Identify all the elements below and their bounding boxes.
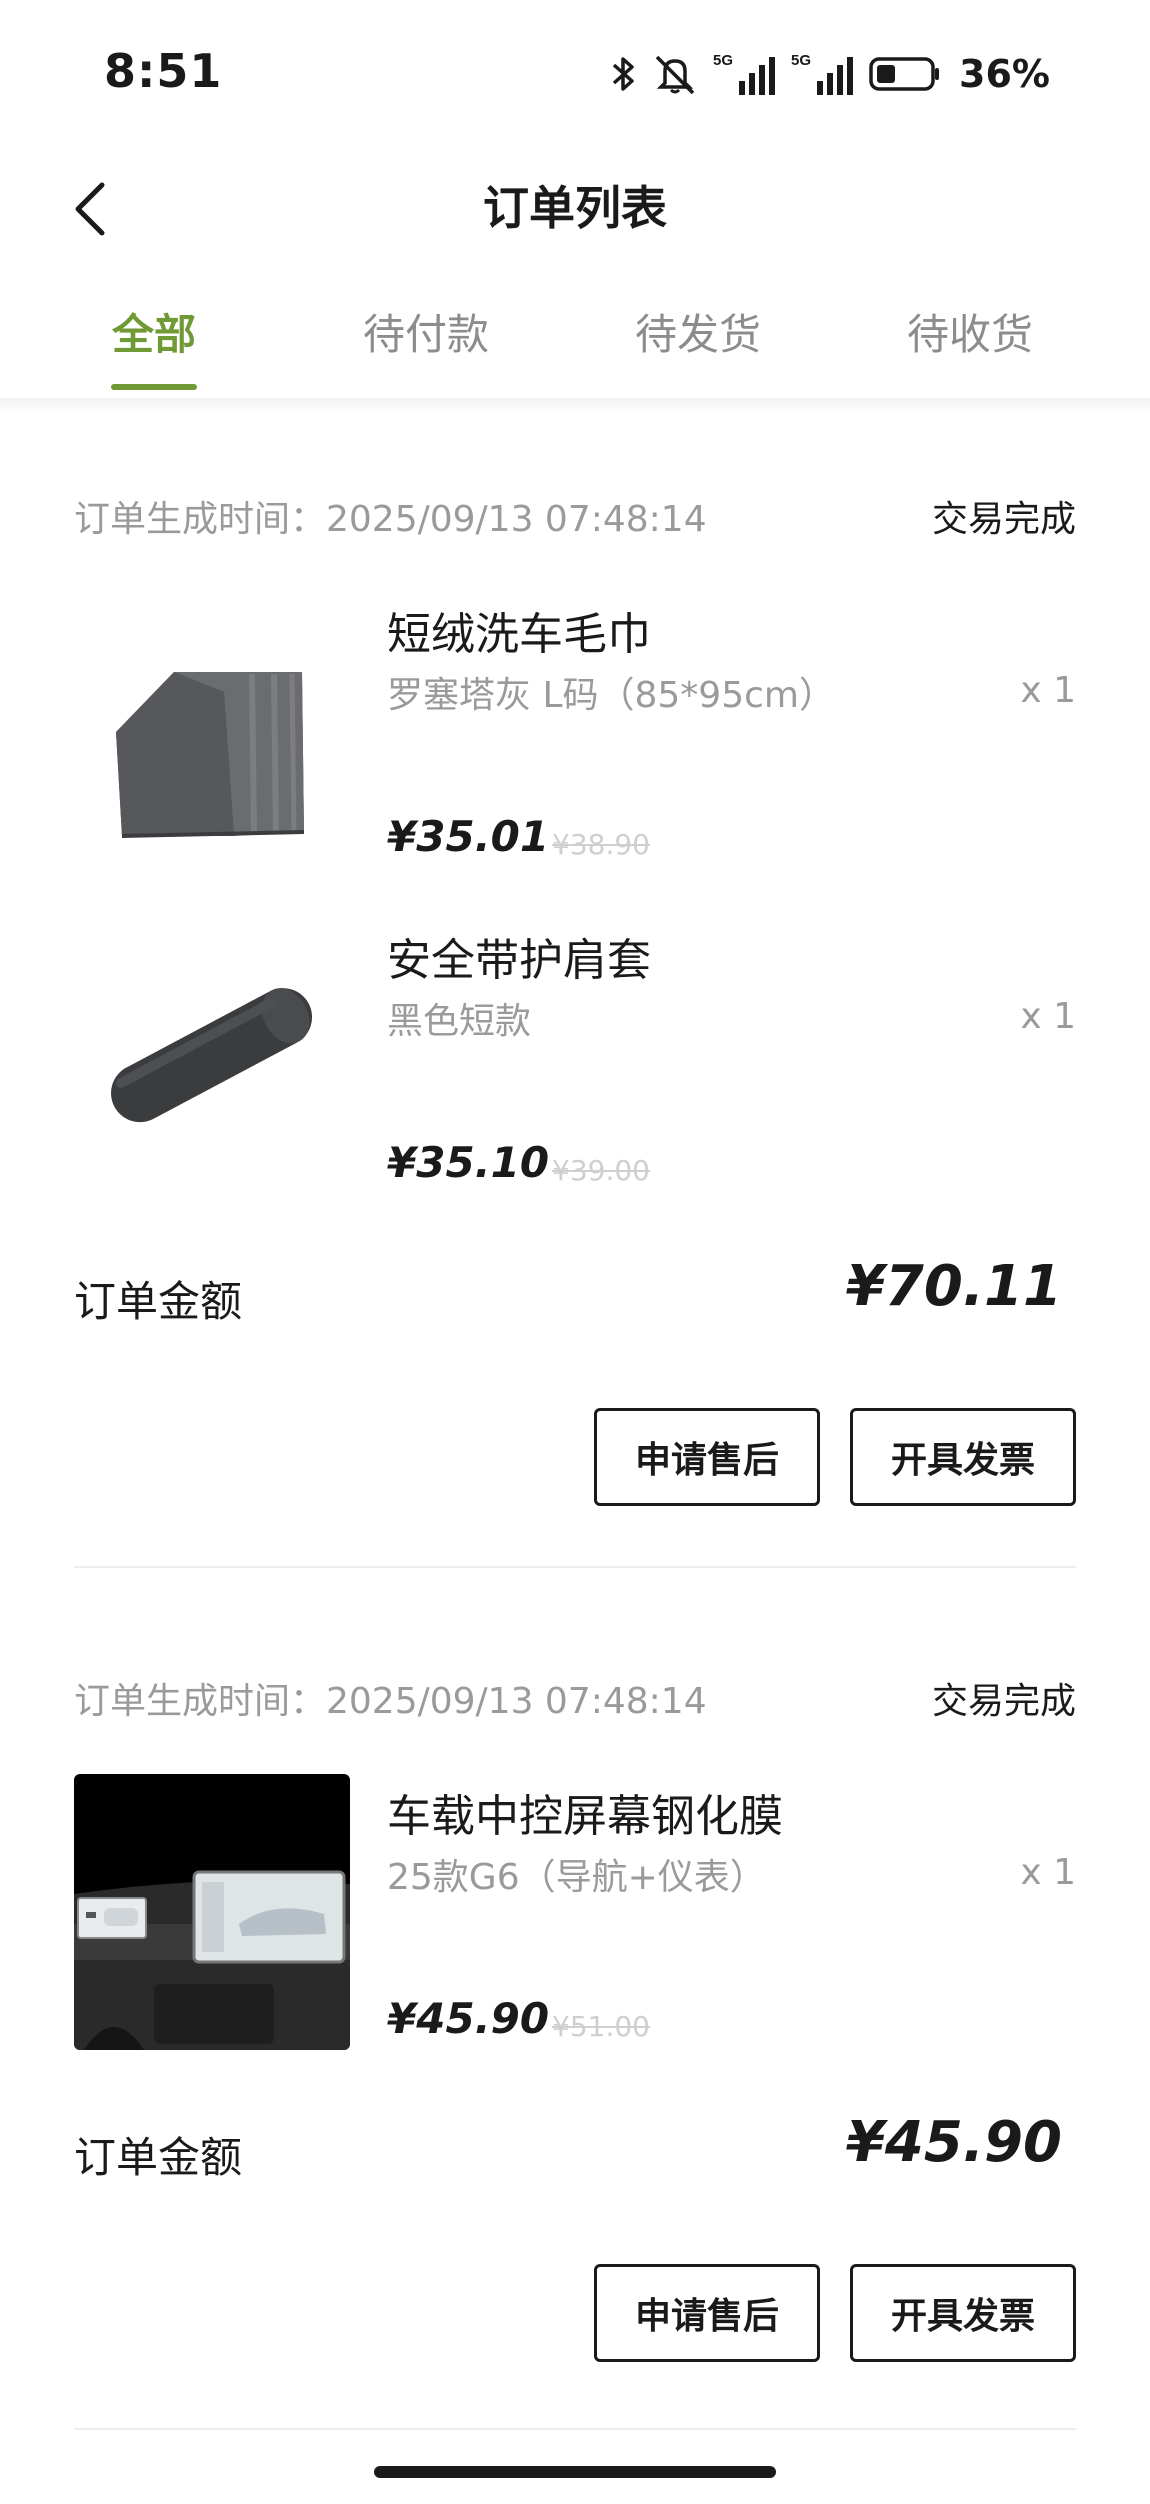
order-total-row: 订单金额 ¥45.90	[74, 2100, 1076, 2220]
after-sale-button[interactable]: 申请售后	[594, 2264, 820, 2362]
product-name: 安全带护肩套	[387, 935, 651, 986]
after-sale-button[interactable]: 申请售后	[594, 1408, 820, 1506]
tabs-shadow	[0, 398, 1150, 414]
product-original-price: ¥38.90	[552, 828, 650, 861]
invoice-button[interactable]: 开具发票	[850, 2264, 1076, 2362]
order-header: 订单生成时间：2025/09/13 07:48:14 交易完成	[74, 1672, 1076, 1732]
order-card[interactable]: 订单生成时间：2025/09/13 07:48:14 交易完成 车载中控屏幕钢化…	[74, 1672, 1076, 2364]
order-card[interactable]: 订单生成时间：2025/09/13 07:48:14 交易完成 短绒洗车毛巾 罗…	[74, 490, 1076, 1508]
5g-signal-icon: 5G	[713, 51, 777, 97]
tab-label: 待发货	[634, 310, 761, 359]
product-quantity: x 1	[1020, 670, 1076, 711]
product-spec: 25款G6（导航+仪表）	[387, 1857, 766, 1898]
product-spec: 黑色短款	[387, 1001, 532, 1042]
product-name: 短绒洗车毛巾	[387, 609, 651, 660]
tab-all[interactable]: 全部	[18, 290, 290, 400]
order-tabs: 全部 待付款 待发货 待收货	[0, 290, 1150, 400]
order-actions: 申请售后 开具发票	[74, 2264, 1076, 2364]
tab-pending-shipment[interactable]: 待发货	[562, 290, 834, 400]
order-actions: 申请售后 开具发票	[74, 1408, 1076, 1508]
mute-icon	[651, 53, 699, 95]
tab-label: 待收货	[906, 310, 1033, 359]
svg-text:5G: 5G	[713, 52, 733, 69]
order-item[interactable]: 车载中控屏幕钢化膜 25款G6（导航+仪表） x 1 ¥45.90 ¥51.00	[74, 1774, 1076, 2100]
tab-label: 全部	[111, 310, 196, 359]
5g-signal-icon: 5G	[791, 51, 855, 97]
order-header: 订单生成时间：2025/09/13 07:48:14 交易完成	[74, 490, 1076, 550]
order-status: 交易完成	[931, 1681, 1076, 1722]
invoice-button[interactable]: 开具发票	[850, 1408, 1076, 1506]
product-image	[74, 918, 350, 1194]
battery-percent: 36%	[959, 52, 1050, 96]
order-total-label: 订单金额	[74, 2133, 243, 2182]
status-bar: 8:51 5G 5G 36%	[0, 0, 1150, 150]
order-item[interactable]: 短绒洗车毛巾 罗塞塔灰 L码（85*95cm） x 1 ¥35.01 ¥38.9…	[74, 592, 1076, 918]
order-total-value: ¥45.90	[845, 2110, 1062, 2175]
product-price: ¥45.90	[387, 1994, 550, 2043]
tab-pending-receipt[interactable]: 待收货	[834, 290, 1106, 400]
order-total-value: ¥70.11	[845, 1254, 1062, 1319]
product-price: ¥35.10	[387, 1138, 550, 1187]
active-tab-indicator	[111, 384, 197, 390]
product-price: ¥35.01	[387, 812, 550, 861]
battery-icon	[869, 55, 941, 93]
product-name: 车载中控屏幕钢化膜	[387, 1791, 783, 1842]
status-icons: 5G 5G 36%	[611, 46, 1050, 102]
product-image	[74, 592, 350, 868]
product-original-price: ¥39.00	[552, 1154, 650, 1187]
home-indicator[interactable]	[374, 2466, 776, 2478]
order-total-row: 订单金额 ¥70.11	[74, 1244, 1076, 1364]
order-time: 订单生成时间：2025/09/13 07:48:14	[74, 499, 707, 540]
svg-text:5G: 5G	[791, 52, 811, 69]
tab-pending-payment[interactable]: 待付款	[290, 290, 562, 400]
order-item[interactable]: 安全带护肩套 黑色短款 x 1 ¥35.10 ¥39.00	[74, 918, 1076, 1244]
order-status: 交易完成	[931, 499, 1076, 540]
tab-label: 待付款	[362, 310, 489, 359]
product-quantity: x 1	[1020, 996, 1076, 1037]
product-original-price: ¥51.00	[552, 2010, 650, 2043]
product-quantity: x 1	[1020, 1852, 1076, 1893]
order-time: 订单生成时间：2025/09/13 07:48:14	[74, 1681, 707, 1722]
status-time: 8:51	[104, 44, 223, 98]
product-spec: 罗塞塔灰 L码（85*95cm）	[387, 675, 835, 716]
order-divider	[74, 1566, 1076, 1568]
page-title: 订单列表	[483, 181, 667, 235]
bluetooth-icon	[611, 54, 637, 94]
order-total-label: 订单金额	[74, 1277, 243, 1326]
product-image	[74, 1774, 350, 2050]
order-divider	[74, 2428, 1076, 2430]
